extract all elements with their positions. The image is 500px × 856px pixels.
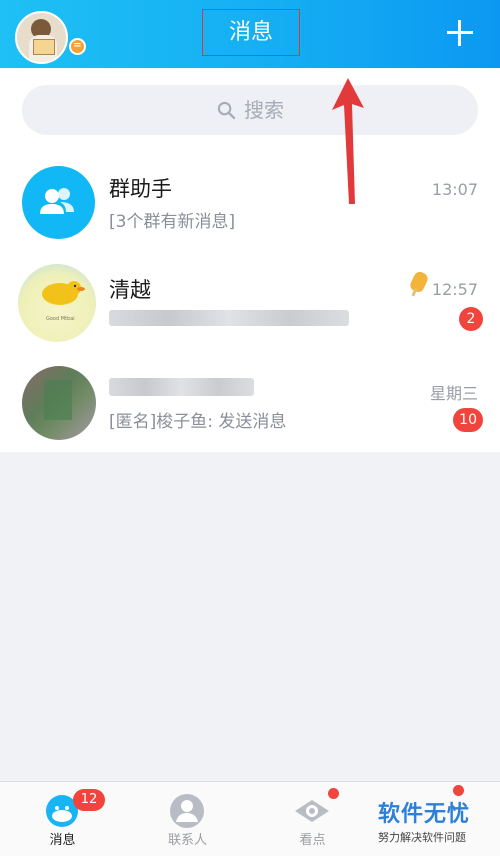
conversation-preview: [3个群有新消息] <box>109 212 236 232</box>
avatar-caption: Good Mtbai <box>46 316 75 322</box>
tab-contacts[interactable]: 联系人 <box>125 782 250 856</box>
conversation-time: 12:57 <box>431 280 478 299</box>
tab-messages[interactable]: 12 消息 <box>0 782 125 856</box>
search-bar[interactable]: 搜索 <box>22 85 478 135</box>
tab-discover[interactable]: 看点 <box>250 782 375 856</box>
tab-notification-dot <box>453 785 464 796</box>
add-icon[interactable] <box>445 18 475 48</box>
tab-label: 看点 <box>299 833 326 848</box>
conversation-time: 星期三 <box>429 384 478 403</box>
popsicle-icon <box>410 271 428 297</box>
unread-badge: 2 <box>459 307 483 331</box>
watermark-title: 软件无忧 <box>378 802 471 827</box>
group-avatar <box>22 166 95 239</box>
page-title: 消息 <box>228 20 273 45</box>
blurred-preview <box>109 310 349 326</box>
conversation-preview: [匿名]梭子鱼: 发送消息 <box>109 412 287 432</box>
annotation-arrow-icon <box>332 78 364 204</box>
tab-label: 联系人 <box>167 833 207 848</box>
blurred-name <box>109 378 254 396</box>
tab-notification-dot <box>328 788 339 799</box>
contact-avatar <box>22 366 96 440</box>
search-icon <box>217 101 236 120</box>
group-icon <box>40 188 74 214</box>
avatar-blur-block <box>44 380 72 420</box>
watermark-subtitle: 努力解决软件问题 <box>378 831 466 844</box>
conversation-name: 群助手 <box>109 177 172 201</box>
search-placeholder: 搜索 <box>244 98 284 122</box>
top-bar: = 消息 <box>0 0 500 68</box>
conversation-item[interactable]: [匿名]梭子鱼: 发送消息 星期三 10 <box>0 358 500 453</box>
conversation-panel: 搜索 群助手 [3个群有新消息] 13:07 Good Mtbai 清越 12:… <box>0 68 500 452</box>
conversation-name: 清越 <box>109 278 151 302</box>
contact-icon <box>170 794 204 828</box>
tab-label: 消息 <box>49 833 76 848</box>
watermark: 软件无忧 努力解决软件问题 <box>378 796 488 845</box>
conversation-item[interactable]: 群助手 [3个群有新消息] 13:07 <box>0 160 500 255</box>
avatar-figure-paper <box>33 39 55 55</box>
online-status-icon: = <box>69 38 86 55</box>
conversation-time: 13:07 <box>431 180 478 199</box>
tab-unread-badge: 12 <box>73 789 105 811</box>
unread-badge: 10 <box>453 408 483 432</box>
duck-illustration-icon: Good Mtbai <box>42 281 85 322</box>
conversation-item[interactable]: Good Mtbai 清越 12:57 2 <box>0 256 500 351</box>
my-avatar[interactable] <box>15 11 68 64</box>
eye-icon <box>295 800 329 822</box>
contact-avatar: Good Mtbai <box>18 264 96 342</box>
